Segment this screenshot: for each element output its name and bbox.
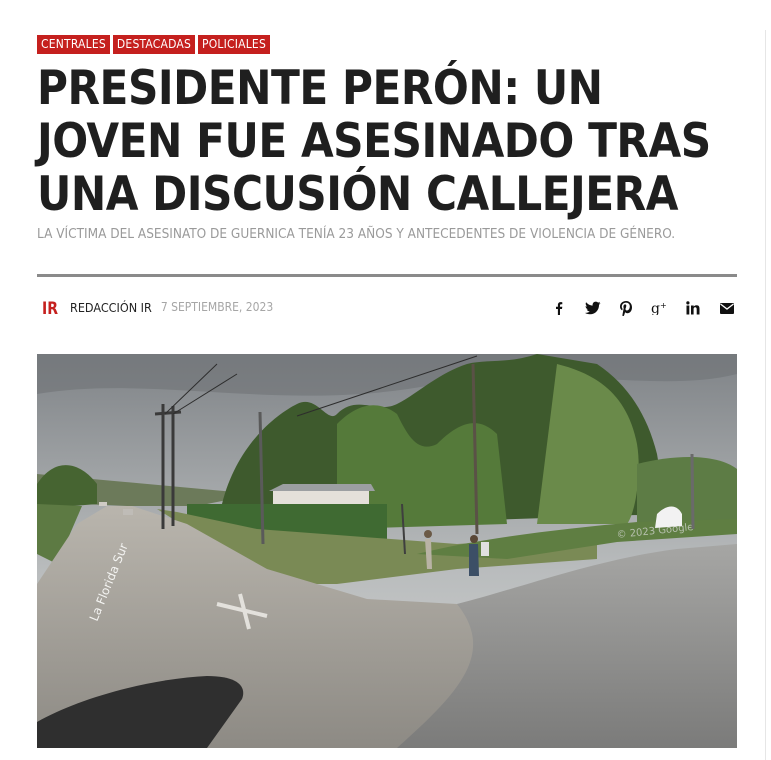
author-link[interactable]: REDACCIÓN IR bbox=[70, 300, 152, 315]
header-divider bbox=[37, 274, 737, 277]
email-icon[interactable] bbox=[716, 297, 738, 319]
google-plus-icon[interactable]: g + bbox=[649, 297, 671, 319]
page-edge-divider bbox=[765, 30, 766, 760]
svg-text:+: + bbox=[660, 301, 667, 310]
article-subtitle: LA VÍCTIMA DEL ASESINATO DE GUERNICA TEN… bbox=[37, 226, 676, 242]
svg-text:IR: IR bbox=[42, 299, 58, 318]
ir-logo: IR bbox=[41, 296, 59, 318]
category-tag-centrales[interactable]: Centrales bbox=[37, 35, 110, 54]
facebook-icon[interactable] bbox=[548, 297, 570, 319]
byline: IR REDACCIÓN IR 7 SEPTIEMBRE, 2023 bbox=[37, 294, 273, 320]
street-view-image: La Florida Sur © 2023 Google bbox=[37, 354, 737, 748]
ir-logo-mark: IR bbox=[42, 299, 58, 318]
linkedin-icon[interactable] bbox=[682, 297, 704, 319]
category-tag-policiales[interactable]: Policiales bbox=[198, 35, 271, 54]
pinterest-icon[interactable] bbox=[615, 297, 637, 319]
publish-date: 7 SEPTIEMBRE, 2023 bbox=[160, 300, 274, 314]
article-photo: La Florida Sur © 2023 Google bbox=[37, 354, 737, 748]
share-bar: g + bbox=[548, 296, 738, 320]
twitter-icon[interactable] bbox=[582, 297, 604, 319]
category-tag-destacadas[interactable]: Destacadas bbox=[112, 35, 196, 54]
svg-text:g: g bbox=[651, 301, 660, 315]
article-title: PRESIDENTE PERÓN: UN JOVEN FUE ASESINADO… bbox=[37, 61, 711, 222]
category-tags: Centrales Destacadas Policiales bbox=[37, 35, 271, 54]
